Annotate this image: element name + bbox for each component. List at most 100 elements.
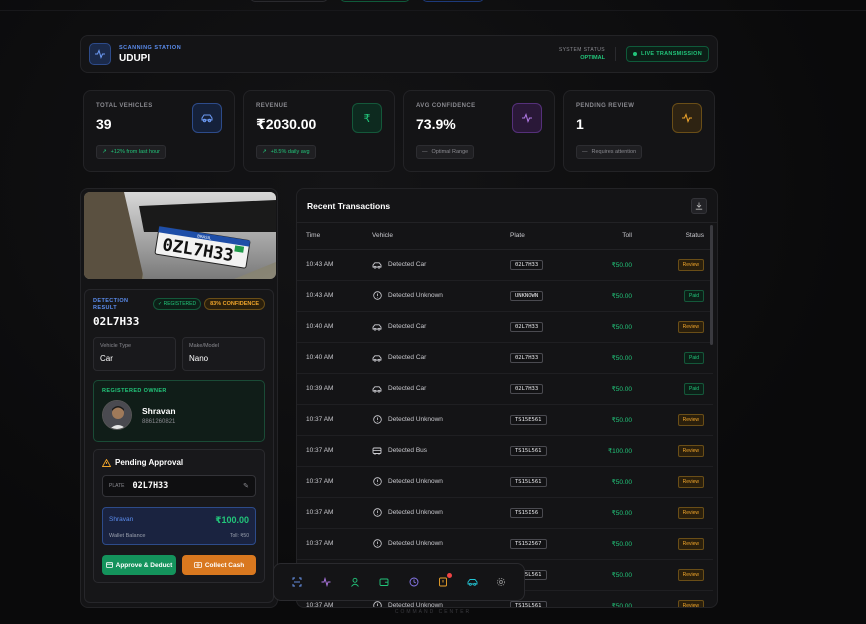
- cell-vehicle: Detected Unknown: [363, 466, 501, 498]
- download-button[interactable]: [691, 197, 707, 214]
- cell-toll: ₹50.00: [581, 373, 641, 405]
- stat-card-total-vehicles: TOTAL VEHICLES 39 ↗ +12% from last hour: [83, 90, 235, 172]
- stat-trend: ↗ +8.5% daily avg: [256, 145, 316, 159]
- cell-status: Review: [641, 559, 713, 591]
- dash-icon: —: [582, 149, 588, 155]
- live-dot-icon: [632, 52, 637, 56]
- owner-label: REGISTERED OWNER: [102, 388, 167, 394]
- car-icon: [192, 103, 222, 133]
- table-header-row: Time Vehicle Plate Toll Status: [297, 223, 713, 250]
- dock-item-activity[interactable]: [316, 572, 336, 592]
- top-pill[interactable]: [422, 0, 484, 2]
- status-badge: Review: [677, 320, 704, 333]
- warning-icon: [102, 458, 111, 467]
- edit-icon[interactable]: ✎: [243, 482, 249, 490]
- column-header-vehicle[interactable]: Vehicle: [363, 223, 501, 250]
- vehicle-label: Detected Unknown: [388, 602, 443, 608]
- cell-status: Review: [641, 435, 713, 467]
- vehicle-label: Detected Unknown: [388, 292, 443, 299]
- table-row[interactable]: 10:37 AM Detected Unknown TS152567 ₹50.00 Re…: [297, 528, 713, 560]
- top-tab-pills: [250, 0, 484, 2]
- table-row[interactable]: 10:43 AM Detected Unknown UNKNOWN ₹50.00 Pai…: [297, 280, 713, 312]
- dock-item-scan[interactable]: [287, 572, 307, 592]
- stat-trend-text: Optimal Range: [431, 149, 469, 155]
- cell-time: 10:37 AM: [297, 528, 363, 560]
- vehicle-label: Detected Car: [388, 385, 427, 392]
- cell-toll: ₹50.00: [581, 466, 641, 498]
- approve-label: Approve & Deduct: [115, 561, 173, 569]
- table-row[interactable]: 10:43 AM Detected Car 02L7H33 ₹50.00 Review: [297, 249, 713, 281]
- table-row[interactable]: 10:37 AM Detected Unknown TS15E561 ₹50.00 Re…: [297, 404, 713, 436]
- approve-deduct-button[interactable]: Approve & Deduct: [102, 555, 176, 575]
- command-center-footer: COMMAND CENTER: [394, 609, 472, 615]
- table-row[interactable]: 10:40 AM Detected Car 02L7H33 ₹50.00 Review: [297, 311, 713, 343]
- plate-input-label: PLATE: [109, 483, 125, 489]
- stat-trend-text: Requires attention: [591, 149, 637, 155]
- status-badge: Review: [677, 506, 704, 519]
- cell-toll: ₹50.00: [581, 497, 641, 529]
- dock-item-history[interactable]: [404, 572, 424, 592]
- station-name: UDUPI: [119, 52, 151, 64]
- registered-badge: ✓ REGISTERED: [152, 298, 202, 310]
- capture-image[interactable]: BRASIL 0ZL7H33: [84, 192, 276, 279]
- trend-up-icon: ↗: [262, 149, 267, 155]
- wallet-balance-label: Wallet Balance: [109, 533, 146, 539]
- dock-item-alerts[interactable]: [433, 572, 453, 592]
- user-icon: [351, 577, 359, 587]
- cell-time: 10:39 AM: [297, 373, 363, 405]
- unknown-icon: [372, 601, 382, 607]
- cell-time: 10:43 AM: [297, 280, 363, 312]
- pulse-icon: [672, 103, 702, 133]
- collect-cash-button[interactable]: Collect Cash: [182, 555, 256, 575]
- scrollbar[interactable]: [710, 225, 713, 345]
- cell-time: 10:37 AM: [297, 404, 363, 436]
- column-header-plate[interactable]: Plate: [501, 223, 581, 250]
- plate-input[interactable]: PLATE 02L7H33 ✎: [102, 475, 256, 497]
- dock-item-vehicles[interactable]: [462, 572, 482, 592]
- column-header-time[interactable]: Time: [297, 223, 363, 250]
- plate-chip: 02L7H33: [510, 383, 544, 394]
- cell-toll: ₹50.00: [581, 404, 641, 436]
- column-header-status[interactable]: Status: [641, 223, 713, 250]
- unknown-icon: [372, 415, 382, 425]
- unknown-icon: [372, 508, 382, 518]
- table-row[interactable]: 10:39 AM Detected Car 02L7H33 ₹50.00 Paid: [297, 373, 713, 405]
- card-icon: [105, 562, 113, 568]
- dock-item-wallet[interactable]: [374, 572, 394, 592]
- unknown-icon: [372, 477, 382, 487]
- clock-icon: [409, 577, 419, 587]
- registered-owner-card: REGISTERED OWNER Shravan 8861260821: [93, 380, 265, 442]
- vehicle-label: Detected Unknown: [388, 478, 443, 485]
- dock-item-user[interactable]: [345, 572, 365, 592]
- cell-time: 10:40 AM: [297, 311, 363, 343]
- confidence-badge: 83% CONFIDENCE: [204, 298, 265, 310]
- cell-time: 10:43 AM: [297, 249, 363, 281]
- vehicle-label: Detected Unknown: [388, 540, 443, 547]
- plate-input-value[interactable]: 02L7H33: [132, 481, 168, 491]
- status-badge: Review: [677, 599, 704, 607]
- car-icon: [372, 353, 382, 363]
- plate-chip: 02L7H33: [510, 321, 544, 332]
- cell-vehicle: Detected Car: [363, 373, 501, 405]
- top-pill[interactable]: [340, 0, 410, 2]
- plate-chip: 02L7H33: [510, 352, 544, 363]
- top-pill[interactable]: [250, 0, 328, 2]
- table-row[interactable]: 10:37 AM Detected Unknown TS15I56 ₹50.00 Rev…: [297, 497, 713, 529]
- station-header: SCANNING STATION UDUPI SYSTEM STATUS OPT…: [80, 35, 718, 73]
- cell-status: Paid: [641, 373, 713, 405]
- table-row[interactable]: 10:37 AM Detected Unknown TS15L561 ₹50.00 Re…: [297, 466, 713, 498]
- system-status-label: SYSTEM STATUS: [558, 47, 605, 53]
- table-row[interactable]: 10:37 AM Detected Bus TS15L561 ₹100.00 Revie…: [297, 435, 713, 467]
- cell-status: Review: [641, 311, 713, 343]
- car-icon: [372, 384, 382, 394]
- car-icon: [372, 322, 382, 332]
- plate-chip: TS15I56: [510, 507, 544, 518]
- cell-status: Review: [641, 466, 713, 498]
- dock-item-settings[interactable]: [491, 572, 511, 592]
- table-row[interactable]: 10:40 AM Detected Car 02L7H33 ₹50.00 Paid: [297, 342, 713, 374]
- cell-time: 10:37 AM: [297, 497, 363, 529]
- column-header-toll[interactable]: Toll: [581, 223, 641, 250]
- rupee-icon: ₹: [352, 103, 382, 133]
- cell-vehicle: Detected Unknown: [363, 404, 501, 436]
- bus-icon: [372, 446, 382, 456]
